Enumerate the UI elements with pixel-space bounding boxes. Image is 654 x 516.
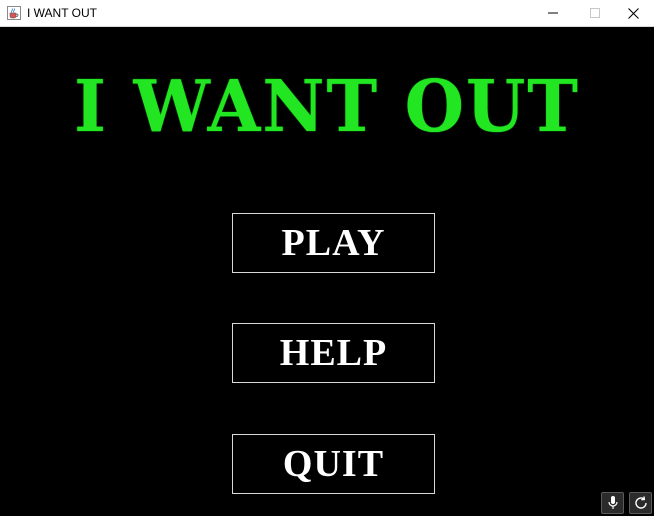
close-button[interactable] [612,0,654,26]
title-bar[interactable]: I WANT OUT [0,0,654,27]
game-title: I WANT OUT [74,65,580,149]
maximize-button[interactable] [574,0,616,26]
minimize-icon [548,12,558,14]
refresh-icon [634,496,647,509]
help-button[interactable]: HELP [232,323,435,383]
java-cup-icon [7,6,21,20]
quit-button-label: QUIT [282,443,385,485]
window-title: I WANT OUT [27,6,97,20]
game-window: I WANT OUT I WANT OUT PLAY HELP QUIT [0,0,654,516]
play-button-label: PLAY [281,222,386,264]
microphone-icon [607,496,618,509]
minimize-button[interactable] [532,0,574,26]
microphone-button[interactable] [601,492,624,514]
quit-button[interactable]: QUIT [232,434,435,494]
help-button-label: HELP [279,332,388,374]
maximize-icon [590,8,600,18]
play-button[interactable]: PLAY [232,213,435,273]
refresh-button[interactable] [629,492,652,514]
game-canvas: I WANT OUT PLAY HELP QUIT [0,27,654,516]
close-icon [627,7,639,19]
